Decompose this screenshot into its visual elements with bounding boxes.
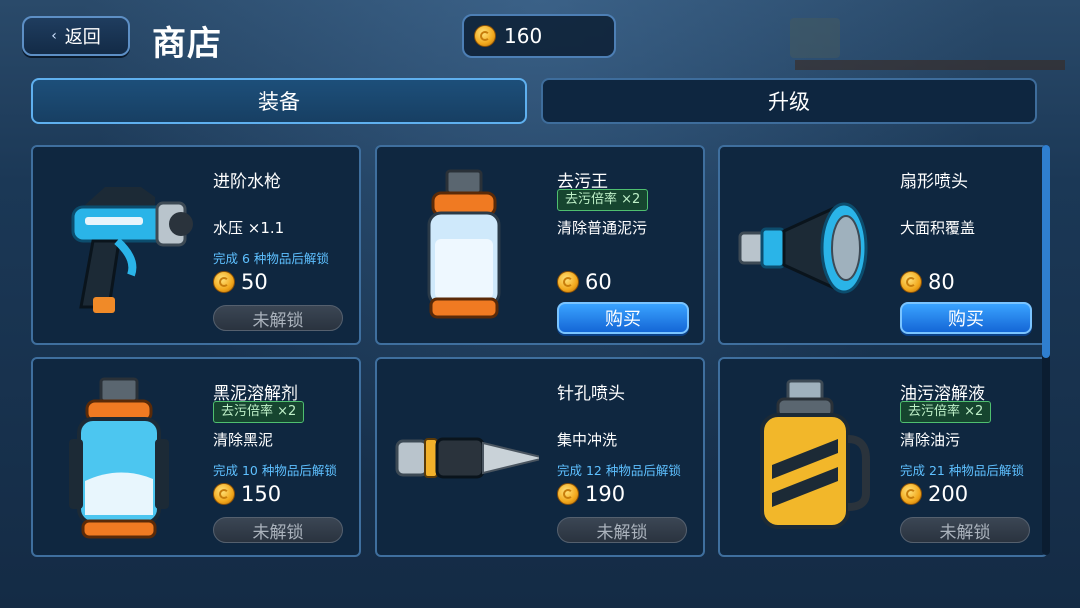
price-value: 150: [241, 482, 282, 506]
chevron-left-icon: ‹: [51, 28, 57, 44]
item-card[interactable]: 黑泥溶解剂 去污倍率 ×2 清除黑泥 完成 10 种物品后解锁 150 未解锁: [31, 357, 361, 557]
back-button[interactable]: ‹ 返回: [22, 16, 130, 56]
item-description: 集中冲洗: [557, 431, 618, 449]
dirt-multiplier-badge: 去污倍率 ×2: [900, 401, 992, 423]
item-description: 大面积覆盖: [900, 219, 976, 237]
coin-icon: [474, 25, 496, 47]
item-price: 190: [557, 482, 625, 506]
item-price: 200: [900, 482, 968, 506]
buy-button[interactable]: 购买: [900, 302, 1032, 334]
item-price: 50: [213, 270, 268, 294]
item-price: 60: [557, 270, 612, 294]
item-description: 清除黑泥: [213, 431, 274, 449]
coin-icon: [557, 271, 579, 293]
unlock-requirement: 完成 10 种物品后解锁: [213, 463, 337, 478]
scrollbar[interactable]: [1042, 145, 1050, 555]
coin-icon: [900, 483, 922, 505]
back-button-label: 返回: [64, 27, 101, 48]
price-value: 80: [928, 270, 955, 294]
item-card[interactable]: 去污王 去污倍率 ×2 清除普通泥污 60 购买: [375, 145, 705, 345]
tab-equipment-label: 装备: [258, 90, 300, 114]
tab-upgrade[interactable]: 升级: [541, 78, 1037, 124]
dirt-multiplier-badge: 去污倍率 ×2: [213, 401, 305, 423]
unlock-requirement: 完成 6 种物品后解锁: [213, 251, 329, 266]
locked-button: 未解锁: [557, 517, 687, 543]
background-plant-pot: [790, 18, 840, 58]
coin-counter: 160: [462, 14, 616, 58]
item-name: 进阶水枪: [213, 172, 281, 192]
locked-button: 未解锁: [900, 517, 1030, 543]
mud-dissolver-icon: [69, 377, 169, 539]
coin-icon: [557, 483, 579, 505]
price-value: 50: [241, 270, 268, 294]
price-value: 60: [585, 270, 612, 294]
background-shelf: [795, 60, 1065, 70]
coin-icon: [900, 271, 922, 293]
locked-button: 未解锁: [213, 305, 343, 331]
pinhole-nozzle-icon: [395, 437, 539, 479]
dirt-multiplier-badge: 去污倍率 ×2: [557, 189, 649, 211]
fan-nozzle-icon: [738, 202, 868, 294]
locked-button: 未解锁: [213, 517, 343, 543]
item-name: 扇形喷头: [900, 172, 968, 192]
item-card[interactable]: 进阶水枪 水压 ×1.1 完成 6 种物品后解锁 50 未解锁: [31, 145, 361, 345]
item-description: 清除普通泥污: [557, 219, 648, 237]
item-card[interactable]: 油污溶解液 去污倍率 ×2 清除油污 完成 21 种物品后解锁 200 未解锁: [718, 357, 1048, 557]
item-price: 80: [900, 270, 955, 294]
unlock-requirement: 完成 21 种物品后解锁: [900, 463, 1024, 478]
coin-amount: 160: [504, 24, 543, 48]
coin-icon: [213, 483, 235, 505]
item-card[interactable]: 针孔喷头 集中冲洗 完成 12 种物品后解锁 190 未解锁: [375, 357, 705, 557]
buy-button[interactable]: 购买: [557, 302, 689, 334]
item-description: 水压 ×1.1: [213, 219, 285, 237]
scrollbar-thumb[interactable]: [1042, 145, 1050, 358]
tab-upgrade-label: 升级: [768, 90, 810, 114]
price-value: 200: [928, 482, 969, 506]
item-card[interactable]: 扇形喷头 大面积覆盖 80 购买: [718, 145, 1048, 345]
unlock-requirement: 完成 12 种物品后解锁: [557, 463, 681, 478]
coin-icon: [213, 271, 235, 293]
price-value: 190: [585, 482, 626, 506]
detergent-bottle-icon: [427, 169, 501, 319]
page-title: 商店: [152, 24, 222, 64]
water-gun-icon: [71, 187, 193, 313]
item-price: 150: [213, 482, 281, 506]
item-description: 清除油污: [900, 431, 961, 449]
oil-dissolver-icon: [760, 379, 870, 529]
item-name: 针孔喷头: [557, 384, 625, 404]
tab-equipment[interactable]: 装备: [31, 78, 527, 124]
